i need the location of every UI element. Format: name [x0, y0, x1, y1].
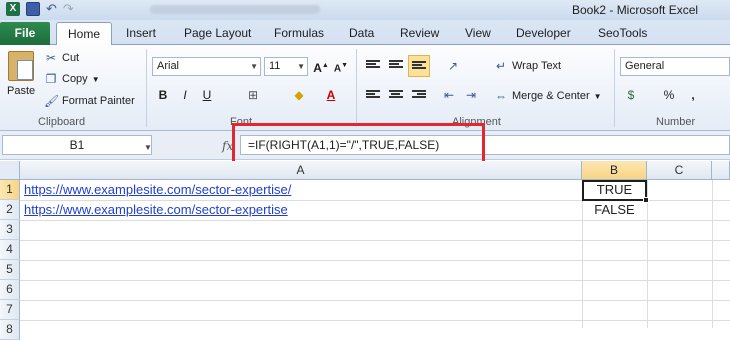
bold-button[interactable]: B [154, 86, 172, 104]
row-header-8[interactable]: 8 [0, 320, 20, 340]
grid-line [20, 220, 730, 221]
font-size-combo[interactable]: 11 ▼ [264, 57, 308, 76]
comma-button[interactable]: , [684, 86, 702, 104]
scissors-icon: ✂ [45, 51, 57, 65]
merge-center-button[interactable]: ⇔ Merge & Center ▼ [494, 89, 602, 103]
cut-button[interactable]: ✂ Cut [44, 51, 79, 65]
italic-button[interactable]: I [176, 86, 194, 104]
chevron-down-icon: ▼ [250, 62, 258, 71]
underline-button[interactable]: U [198, 86, 216, 104]
quick-access-toolbar: X ↶ ↷ [6, 2, 74, 16]
fill-color-icon[interactable]: ◆ [290, 86, 308, 104]
group-divider [356, 49, 357, 127]
font-name-combo[interactable]: Arial ▼ [152, 57, 261, 76]
row-header-3[interactable]: 3 [0, 220, 20, 240]
tab-view[interactable]: View [465, 26, 491, 40]
shrink-font-icon[interactable]: A▼ [332, 57, 350, 75]
decrease-indent-icon[interactable]: ⇤ [440, 86, 458, 104]
grid-line [20, 280, 730, 281]
grid-line [20, 260, 730, 261]
percent-button[interactable]: % [660, 86, 678, 104]
grow-font-icon[interactable]: A▲ [312, 57, 330, 75]
window-title: Book2 - Microsoft Excel [572, 3, 699, 17]
name-box[interactable]: B1 [2, 135, 152, 155]
row-header-1[interactable]: 1 [0, 180, 20, 200]
tab-page-layout[interactable]: Page Layout [184, 26, 251, 40]
select-all-corner[interactable] [0, 161, 20, 180]
tab-developer[interactable]: Developer [516, 26, 571, 40]
number-group-label: Number [656, 116, 696, 128]
ribbon-tabs: File Home Insert Page Layout Formulas Da… [0, 20, 730, 46]
grid-line [20, 320, 730, 321]
wrap-text-icon: ↵ [495, 59, 507, 73]
clipboard-group-label: Clipboard [38, 116, 86, 128]
active-cell-border [582, 180, 647, 201]
align-left-icon[interactable] [366, 90, 380, 102]
chevron-down-icon: ▼ [593, 91, 602, 101]
grid-line [712, 180, 713, 328]
paste-icon[interactable] [8, 51, 34, 81]
paste-button[interactable]: Paste [7, 85, 35, 97]
row-header-5[interactable]: 5 [0, 260, 20, 280]
column-header-b[interactable]: B [582, 161, 647, 180]
number-format-combo[interactable]: General [620, 57, 730, 76]
grid-line [20, 300, 730, 301]
group-divider [146, 49, 147, 127]
orientation-icon[interactable]: ↗ [444, 57, 462, 75]
align-right-icon[interactable] [412, 90, 426, 102]
borders-icon[interactable]: ⊞ [244, 86, 262, 104]
wrap-text-button[interactable]: ↵ Wrap Text [494, 59, 561, 73]
row-header-2[interactable]: 2 [0, 200, 20, 220]
paintbrush-icon: 🖌 [44, 94, 60, 108]
align-middle-icon[interactable] [389, 60, 403, 72]
row-header-4[interactable]: 4 [0, 240, 20, 260]
column-header-d[interactable] [712, 161, 730, 180]
tab-file[interactable]: File [0, 22, 50, 45]
undo-icon[interactable]: ↶ [46, 2, 57, 16]
increase-indent-icon[interactable]: ⇥ [462, 86, 480, 104]
group-divider [614, 49, 615, 127]
cell-a1[interactable]: https://www.examplesite.com/sector-exper… [24, 180, 291, 200]
chevron-down-icon[interactable]: ▼ [144, 143, 152, 152]
row-header-6[interactable]: 6 [0, 280, 20, 300]
grid-line [20, 240, 730, 241]
copy-button[interactable]: ❐ Copy ▼ [44, 72, 100, 86]
chevron-down-icon: ▼ [91, 74, 100, 84]
fill-handle[interactable] [643, 197, 649, 203]
tab-data[interactable]: Data [349, 26, 374, 40]
column-header-c[interactable]: C [647, 161, 712, 180]
blurred-path [150, 5, 320, 14]
cell-a2[interactable]: https://www.examplesite.com/sector-exper… [24, 200, 288, 220]
excel-logo-icon[interactable]: X [6, 2, 20, 16]
cell-b2[interactable]: FALSE [582, 200, 647, 220]
worksheet-grid: A B C 1 2 3 4 5 6 7 8 https://www.exampl… [0, 161, 730, 340]
font-color-icon[interactable]: A [322, 86, 340, 104]
redo-icon[interactable]: ↷ [63, 2, 74, 16]
ribbon: Paste ✂ Cut ❐ Copy ▼ 🖌 Format Painter Cl… [0, 45, 730, 131]
tab-seotools[interactable]: SeoTools [598, 26, 647, 40]
tab-home[interactable]: Home [56, 22, 112, 46]
save-icon[interactable] [26, 2, 40, 16]
currency-icon[interactable]: $ [622, 86, 640, 104]
align-center-icon[interactable] [389, 90, 403, 102]
tab-review[interactable]: Review [400, 26, 439, 40]
column-header-a[interactable]: A [20, 161, 582, 180]
title-bar: X ↶ ↷ Book2 - Microsoft Excel [0, 0, 730, 20]
copy-icon: ❐ [45, 72, 57, 86]
row-header-7[interactable]: 7 [0, 300, 20, 320]
align-top-icon[interactable] [366, 60, 380, 72]
chevron-down-icon: ▼ [297, 62, 305, 71]
merge-icon: ⇔ [495, 89, 507, 103]
tab-insert[interactable]: Insert [126, 26, 156, 40]
align-bottom-icon [412, 61, 426, 73]
tab-formulas[interactable]: Formulas [274, 26, 324, 40]
format-painter-button[interactable]: 🖌 Format Painter [44, 94, 135, 108]
